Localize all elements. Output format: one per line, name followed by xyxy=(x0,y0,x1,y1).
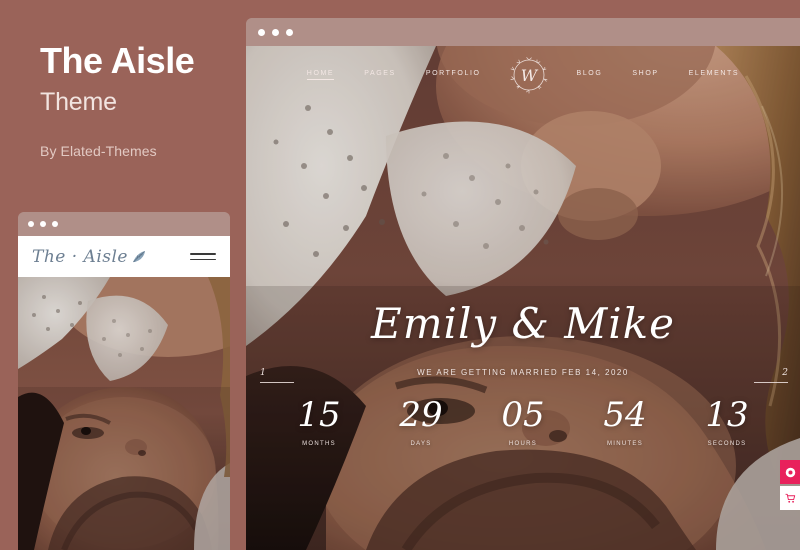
slider-current-index: 1 xyxy=(260,368,266,378)
promo-subtitle: Theme xyxy=(40,87,117,116)
countdown-days-value: 29 xyxy=(399,395,443,435)
countdown-minutes-value: 54 xyxy=(603,395,647,435)
slider-next-index: 2 xyxy=(782,368,788,378)
slider-indicator-bar-right xyxy=(754,382,788,383)
countdown-unit-months: 15 MONTHS xyxy=(291,398,347,447)
desktop-viewport: HOME PAGES PORTFOLIO W BLOG SHOP ELEMENT… xyxy=(246,46,800,550)
mobile-window-maximize-dot[interactable] xyxy=(52,221,58,227)
hero-couple-names: Emily & Mike xyxy=(371,299,675,348)
slider-next-indicator[interactable]: 2 xyxy=(754,368,788,383)
countdown-seconds-label: SECONDS xyxy=(707,441,747,447)
mobile-viewport: The · Aisle xyxy=(18,236,230,550)
wedding-countdown: 15 MONTHS 29 DAYS 05 HOURS 54 MINUTES 13… xyxy=(246,398,800,447)
hero-photo-mobile xyxy=(18,236,230,550)
nav-left-group: HOME PAGES PORTFOLIO xyxy=(306,70,481,80)
nav-item-pages[interactable]: PAGES xyxy=(364,70,396,80)
mobile-window-minimize-dot[interactable] xyxy=(40,221,46,227)
desktop-preview-window: HOME PAGES PORTFOLIO W BLOG SHOP ELEMENT… xyxy=(246,18,800,550)
slider-prev-indicator[interactable]: 1 xyxy=(260,368,294,383)
wreath-w-monogram-icon[interactable]: W xyxy=(507,53,551,97)
target-icon-art xyxy=(785,467,795,477)
leaf-icon xyxy=(133,250,145,262)
floating-side-tabs xyxy=(780,460,800,512)
mobile-logo-text: The · Aisle xyxy=(32,246,128,267)
countdown-months-label: MONTHS xyxy=(302,441,336,447)
nav-item-elements[interactable]: ELEMENTS xyxy=(689,70,740,80)
slider-indicator-bar-left xyxy=(260,382,294,383)
page-title: The Aisle xyxy=(40,40,195,81)
countdown-days-label: DAYS xyxy=(410,441,432,447)
countdown-months-value: 15 xyxy=(297,395,341,435)
nav-item-home[interactable]: HOME xyxy=(306,70,335,80)
countdown-unit-seconds: 13 SECONDS xyxy=(699,398,755,447)
nav-item-portfolio[interactable]: PORTFOLIO xyxy=(426,70,481,80)
settings-target-icon[interactable] xyxy=(780,460,800,484)
cart-icon[interactable] xyxy=(780,486,800,510)
countdown-hours-label: HOURS xyxy=(508,441,538,447)
promo-byline: By Elated-Themes xyxy=(40,142,157,159)
nav-right-group: BLOG SHOP ELEMENTS xyxy=(577,70,740,80)
cart-icon-art xyxy=(785,493,795,503)
countdown-unit-days: 29 DAYS xyxy=(393,398,449,447)
countdown-unit-hours: 05 HOURS xyxy=(495,398,551,447)
hero-section-desktop: Emily & Mike WE ARE GETTING MARRIED FEB … xyxy=(246,46,800,550)
mobile-logo[interactable]: The · Aisle xyxy=(32,247,147,267)
countdown-minutes-label: MINUTES xyxy=(606,441,644,447)
countdown-hours-value: 05 xyxy=(501,395,545,435)
window-minimize-dot[interactable] xyxy=(272,28,279,36)
hero-announcement: WE ARE GETTING MARRIED FEB 14, 2020 xyxy=(417,368,629,377)
hero-photo-mobile-art xyxy=(18,236,230,550)
mobile-window-close-dot[interactable] xyxy=(28,221,34,227)
mobile-title-bar xyxy=(18,212,230,236)
hamburger-line xyxy=(190,258,216,260)
countdown-seconds-value: 13 xyxy=(705,395,749,435)
page-root: The Aisle Theme By Elated-Themes HOME PA… xyxy=(0,0,800,550)
desktop-title-bar xyxy=(246,18,800,46)
mobile-preview-window: The · Aisle xyxy=(18,212,230,550)
mobile-header: The · Aisle xyxy=(18,236,230,277)
hamburger-line xyxy=(190,253,216,255)
nav-item-shop[interactable]: SHOP xyxy=(632,70,658,80)
wreath-w-monogram-art: W xyxy=(510,57,547,94)
hamburger-menu-icon[interactable] xyxy=(190,253,216,260)
window-close-dot[interactable] xyxy=(258,28,265,36)
promo-panel: The Aisle Theme By Elated-Themes xyxy=(40,40,240,159)
svg-text:W: W xyxy=(520,66,538,85)
window-maximize-dot[interactable] xyxy=(286,28,293,36)
countdown-unit-minutes: 54 MINUTES xyxy=(597,398,653,447)
nav-item-blog[interactable]: BLOG xyxy=(577,70,603,80)
site-navigation: HOME PAGES PORTFOLIO W BLOG SHOP ELEMENT… xyxy=(246,46,800,104)
